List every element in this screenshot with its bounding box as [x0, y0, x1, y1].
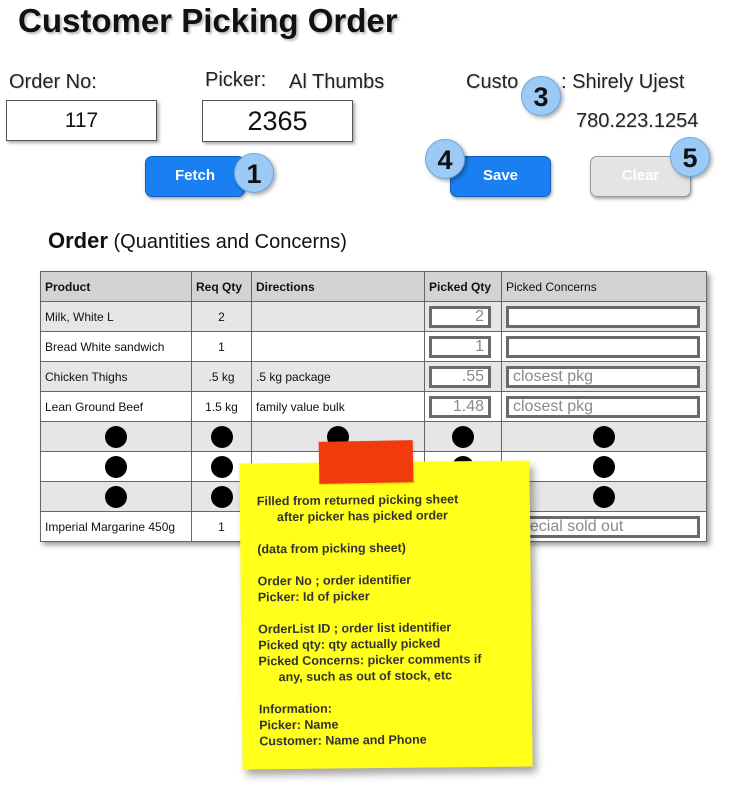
note-line: Customer: Name and Phone — [259, 732, 427, 749]
col-header-picked-concerns: Picked Concerns — [501, 271, 707, 302]
picked-concerns-input[interactable]: closest pkg — [506, 395, 700, 418]
customer-name: : Shirely Ujest — [561, 71, 685, 93]
callout-badge-3: 3 — [521, 76, 561, 116]
ellipsis-dot — [593, 455, 615, 478]
sticky-note: Filled from returned picking sheet after… — [239, 460, 533, 770]
order-heading-subtitle: (Quantities and Concerns) — [113, 231, 347, 253]
sticky-note-text: Filled from returned picking sheet after… — [257, 491, 526, 750]
cell-req-qty: 1 — [191, 331, 252, 362]
picker-label: Picker: — [205, 69, 267, 91]
ellipsis-dot — [593, 425, 615, 448]
picker-name: Al Thumbs — [289, 71, 385, 93]
ellipsis-dot — [105, 425, 127, 448]
save-button[interactable]: Save — [450, 156, 551, 197]
ellipsis-dot — [105, 455, 127, 478]
ellipsis-dot — [210, 455, 233, 478]
order-no-input[interactable]: 117 — [6, 100, 157, 141]
table-row: Milk, White L 2 2 — [40, 301, 707, 332]
picked-concerns-input[interactable] — [506, 335, 700, 358]
table-header-row: Product Req Qty Directions Picked Qty Pi… — [40, 271, 707, 302]
cell-directions — [251, 331, 425, 362]
picked-qty-input[interactable]: 2 — [429, 305, 491, 328]
ellipsis-dot — [210, 425, 233, 448]
picked-qty-input[interactable]: 1.48 — [429, 395, 491, 418]
fetch-button[interactable]: Fetch — [145, 156, 245, 197]
cell-directions: family value bulk — [251, 391, 425, 422]
col-header-product: Product — [40, 271, 192, 302]
cell-product: Lean Ground Beef — [40, 391, 192, 422]
cell-directions: .5 kg package — [251, 361, 425, 392]
order-section-heading: Order (Quantities and Concerns) — [48, 228, 347, 254]
callout-badge-1: 1 — [234, 153, 274, 193]
cell-product: Imperial Margarine 450g — [40, 511, 192, 542]
ellipsis-dot — [452, 425, 474, 448]
callout-badge-4: 4 — [425, 139, 465, 179]
col-header-picked-qty: Picked Qty — [424, 271, 502, 302]
ellipsis-dot — [210, 485, 233, 508]
cell-product: Milk, White L — [40, 301, 192, 332]
table-row: Bread White sandwich 1 1 — [40, 331, 707, 362]
picked-concerns-input[interactable] — [506, 305, 700, 328]
col-header-directions: Directions — [251, 271, 425, 302]
order-no-label: Order No: — [9, 71, 97, 93]
cell-product: Chicken Thighs — [40, 361, 192, 392]
ellipsis-dot — [593, 485, 615, 508]
table-row: Chicken Thighs .5 kg .5 kg package .55 c… — [40, 361, 707, 392]
callout-badge-5: 5 — [670, 137, 710, 177]
cell-req-qty: 2 — [191, 301, 252, 332]
picked-concerns-input[interactable]: special sold out — [506, 515, 700, 538]
cell-directions — [251, 301, 425, 332]
cell-req-qty: 1.5 kg — [191, 391, 252, 422]
table-row: Lean Ground Beef 1.5 kg family value bul… — [40, 391, 707, 422]
customer-label-start: Custo — [466, 71, 519, 93]
col-header-req-qty: Req Qty — [191, 271, 252, 302]
cell-req-qty: .5 kg — [191, 361, 252, 392]
ellipsis-dot — [105, 485, 127, 508]
red-tape-strip — [318, 440, 414, 484]
picked-concerns-input[interactable]: closest pkg — [506, 365, 700, 388]
picker-id-input[interactable]: 2365 — [202, 100, 353, 142]
picked-qty-input[interactable]: .55 — [429, 365, 491, 388]
page-title: Customer Picking Order — [18, 2, 398, 39]
picked-qty-input[interactable]: 1 — [429, 335, 491, 358]
customer-phone: 780.223.1254 — [576, 110, 699, 132]
order-heading-title: Order — [48, 228, 108, 253]
cell-product: Bread White sandwich — [40, 331, 192, 362]
